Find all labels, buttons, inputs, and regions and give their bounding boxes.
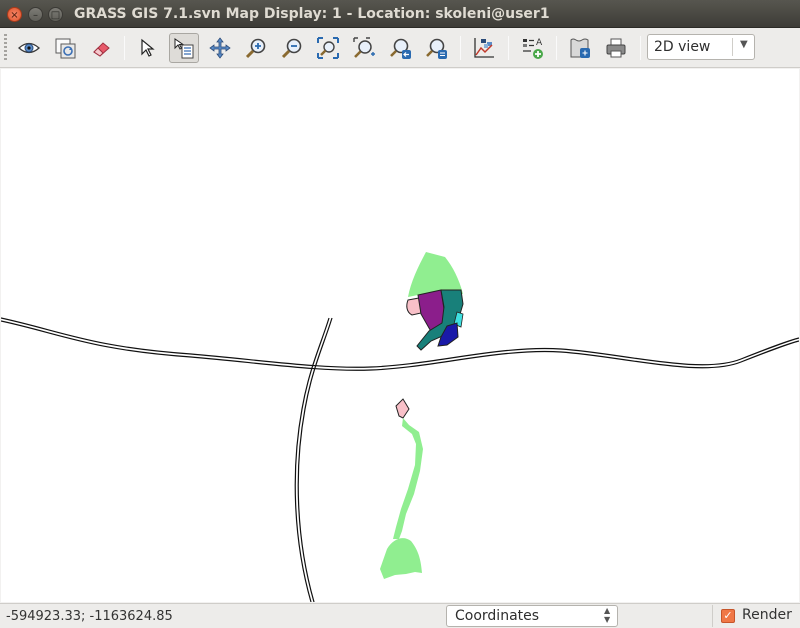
maximize-window-button[interactable]: □ bbox=[48, 7, 63, 22]
analyze-icon bbox=[474, 38, 494, 58]
zoom-in-button[interactable] bbox=[241, 33, 271, 63]
toolbar-separator bbox=[556, 36, 557, 60]
legend-icon: A bbox=[523, 38, 543, 59]
green-stream-corridor bbox=[393, 418, 423, 539]
zoom-extent-button[interactable] bbox=[313, 33, 343, 63]
view-mode-value: 2D view bbox=[654, 39, 711, 55]
coordinates-readout: -594923.33; -1163624.85 bbox=[6, 609, 173, 624]
checkbox-checked-icon[interactable]: ✓ bbox=[721, 609, 735, 623]
close-window-button[interactable]: × bbox=[7, 7, 22, 22]
save-button[interactable] bbox=[565, 33, 595, 63]
toolbar-separator bbox=[124, 36, 125, 60]
pan-icon bbox=[209, 37, 231, 59]
svg-text:A: A bbox=[536, 38, 543, 48]
zoom-back-button[interactable] bbox=[385, 33, 415, 63]
zoom-out-button[interactable] bbox=[277, 33, 307, 63]
status-bar: -594923.33; -1163624.85 Coordinates ▲ ▼ ✓… bbox=[0, 603, 800, 628]
eraser-icon bbox=[93, 42, 110, 57]
view-mode-select[interactable]: 2D view ▼ bbox=[647, 34, 755, 60]
query-icon bbox=[174, 38, 194, 59]
printer-icon bbox=[606, 38, 626, 58]
zoom-menu-button[interactable] bbox=[421, 33, 451, 63]
render-checkbox[interactable]: ✓ Render bbox=[712, 605, 798, 627]
analyze-button[interactable] bbox=[469, 33, 499, 63]
zoom-in-icon bbox=[245, 38, 266, 59]
chevron-down-icon[interactable]: ▼ bbox=[740, 39, 748, 50]
minimize-window-button[interactable]: – bbox=[28, 7, 43, 22]
pointer-icon bbox=[141, 38, 155, 57]
zoom-region-button[interactable] bbox=[349, 33, 379, 63]
zoom-extent-icon bbox=[317, 37, 339, 59]
save-map-icon bbox=[570, 38, 590, 58]
land-parcels-south bbox=[380, 398, 423, 579]
statusbar-mode-value: Coordinates bbox=[455, 608, 540, 624]
render-icon bbox=[55, 38, 76, 59]
spin-arrows-icon[interactable]: ▲ ▼ bbox=[604, 606, 610, 624]
road-vertical bbox=[294, 317, 333, 602]
map-display-window: × – □ GRASS GIS 7.1.svn Map Display: 1 -… bbox=[0, 0, 800, 628]
decoration-button[interactable]: A bbox=[517, 33, 547, 63]
print-button[interactable] bbox=[601, 33, 631, 63]
combo-divider bbox=[732, 38, 733, 56]
map-toolbar: A 2D view ▼ bbox=[0, 28, 800, 68]
zoom-menu-icon bbox=[426, 38, 447, 59]
zoom-back-icon bbox=[390, 38, 411, 59]
toolbar-grip[interactable] bbox=[4, 34, 7, 62]
eye-icon bbox=[18, 42, 40, 54]
display-map-button[interactable] bbox=[14, 33, 44, 63]
zoom-out-icon bbox=[281, 38, 302, 59]
toolbar-separator bbox=[508, 36, 509, 60]
toolbar-separator bbox=[460, 36, 461, 60]
erase-display-button[interactable] bbox=[86, 33, 116, 63]
zoom-region-icon bbox=[353, 37, 375, 58]
road-horizontal bbox=[1, 317, 799, 371]
statusbar-mode-select[interactable]: Coordinates ▲ ▼ bbox=[446, 605, 618, 627]
render-map-button[interactable] bbox=[50, 33, 80, 63]
land-parcels-north bbox=[406, 252, 464, 351]
map-canvas[interactable] bbox=[1, 69, 799, 602]
green-south-parcel bbox=[380, 538, 422, 579]
query-button[interactable] bbox=[169, 33, 199, 63]
pan-button[interactable] bbox=[205, 33, 235, 63]
render-label: Render bbox=[742, 607, 792, 623]
title-bar[interactable]: × – □ GRASS GIS 7.1.svn Map Display: 1 -… bbox=[0, 0, 800, 28]
toolbar-separator bbox=[640, 36, 641, 60]
pink-small-parcel bbox=[395, 398, 410, 419]
window-title: GRASS GIS 7.1.svn Map Display: 1 - Locat… bbox=[74, 6, 550, 22]
map-layers bbox=[1, 252, 799, 602]
pointer-button[interactable] bbox=[133, 33, 163, 63]
